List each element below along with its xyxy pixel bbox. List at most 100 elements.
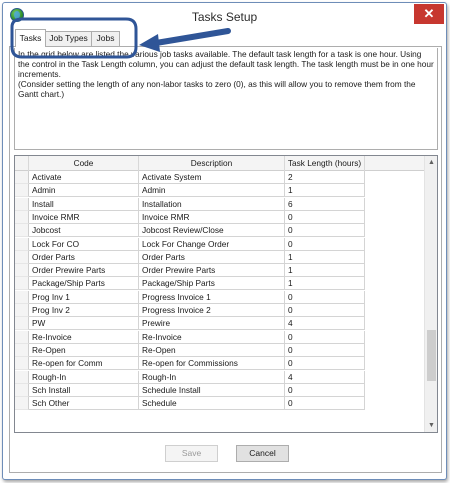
task-length-cell[interactable]: 0: [285, 357, 365, 371]
task-description-cell[interactable]: Admin: [139, 184, 285, 198]
row-header[interactable]: [15, 330, 29, 344]
table-row[interactable]: Sch Other Schedule 0: [15, 397, 425, 411]
row-header[interactable]: [15, 277, 29, 291]
cancel-button[interactable]: Cancel: [236, 445, 289, 462]
task-code-cell[interactable]: Lock For CO: [29, 237, 139, 251]
task-length-cell[interactable]: 0: [285, 290, 365, 304]
task-description-cell[interactable]: Installation: [139, 197, 285, 211]
table-row[interactable]: Package/Ship Parts Package/Ship Parts 1: [15, 277, 425, 291]
task-code-cell[interactable]: Rough-In: [29, 370, 139, 384]
grid-vertical-scrollbar[interactable]: ▲ ▼: [424, 156, 437, 432]
task-length-cell[interactable]: 0: [285, 210, 365, 224]
task-description-cell[interactable]: Invoice RMR: [139, 210, 285, 224]
task-description-cell[interactable]: Re-Open: [139, 343, 285, 357]
row-header[interactable]: [15, 397, 29, 411]
task-length-cell[interactable]: 0: [285, 304, 365, 317]
task-length-cell[interactable]: 0: [285, 383, 365, 397]
row-header[interactable]: [15, 357, 29, 371]
tasks-grid[interactable]: Code Description Task Length (hours) Act…: [14, 155, 438, 433]
task-description-cell[interactable]: Prewire: [139, 317, 285, 331]
column-header-code[interactable]: Code: [29, 156, 139, 171]
task-length-cell[interactable]: 4: [285, 370, 365, 384]
task-description-cell[interactable]: Jobcost Review/Close: [139, 224, 285, 238]
row-header[interactable]: [15, 197, 29, 211]
table-row[interactable]: Prog Inv 2 Progress Invoice 20: [15, 304, 425, 317]
task-length-cell[interactable]: 0: [285, 237, 365, 251]
task-description-cell[interactable]: Re-open for Commissions: [139, 357, 285, 371]
task-length-cell[interactable]: 0: [285, 343, 365, 357]
table-row[interactable]: Invoice RMR Invoice RMR 0: [15, 210, 425, 224]
table-row[interactable]: Order Parts Order Parts 1: [15, 250, 425, 264]
table-row[interactable]: Re-open for Comm Re-open for Commissions 0: [15, 357, 425, 371]
task-description-cell[interactable]: Progress Invoice 2: [139, 304, 285, 317]
task-code-cell[interactable]: Order Parts: [29, 250, 139, 264]
row-header[interactable]: [15, 224, 29, 238]
tab-jobs[interactable]: Jobs: [91, 31, 120, 46]
row-header[interactable]: [15, 210, 29, 224]
table-row[interactable]: Jobcost Jobcost Review/Close 0: [15, 224, 425, 238]
task-description-cell[interactable]: Re-Invoice: [139, 330, 285, 344]
scroll-up-arrow-icon[interactable]: ▲: [425, 156, 437, 169]
table-row[interactable]: Rough-In Rough-In 4: [15, 370, 425, 384]
table-row[interactable]: Activate Activate System 2: [15, 171, 425, 184]
row-header[interactable]: [15, 171, 29, 184]
table-row[interactable]: Lock For CO Lock For Change Order 0: [15, 237, 425, 251]
task-code-cell[interactable]: Re-Invoice: [29, 330, 139, 344]
task-code-cell[interactable]: Jobcost: [29, 224, 139, 238]
task-code-cell[interactable]: Activate: [29, 171, 139, 184]
scroll-down-arrow-icon[interactable]: ▼: [425, 419, 437, 432]
task-length-cell[interactable]: 0: [285, 330, 365, 344]
table-row[interactable]: Prog Inv 1 Progress Invoice 10: [15, 290, 425, 304]
task-description-cell[interactable]: Rough-In: [139, 370, 285, 384]
row-header[interactable]: [15, 184, 29, 198]
table-row[interactable]: Sch Install Schedule Install 0: [15, 383, 425, 397]
task-code-cell[interactable]: Re-Open: [29, 343, 139, 357]
task-code-cell[interactable]: Sch Other: [29, 397, 139, 411]
row-header[interactable]: [15, 343, 29, 357]
task-description-cell[interactable]: Order Prewire Parts: [139, 264, 285, 278]
task-length-cell[interactable]: 1: [285, 277, 365, 291]
task-description-cell[interactable]: Schedule Install: [139, 383, 285, 397]
table-row[interactable]: Re-Invoice Re-Invoice 0: [15, 330, 425, 344]
task-length-cell[interactable]: 1: [285, 250, 365, 264]
close-button[interactable]: ✕: [414, 4, 444, 24]
save-button[interactable]: Save: [165, 445, 218, 462]
tab-tasks[interactable]: Tasks: [15, 29, 46, 47]
row-header[interactable]: [15, 290, 29, 304]
task-length-cell[interactable]: 2: [285, 171, 365, 184]
table-row[interactable]: Install Installation 6: [15, 197, 425, 211]
task-code-cell[interactable]: PW: [29, 317, 139, 331]
task-length-cell[interactable]: 1: [285, 264, 365, 278]
task-code-cell[interactable]: Re-open for Comm: [29, 357, 139, 371]
row-header[interactable]: [15, 304, 29, 317]
task-code-cell[interactable]: Invoice RMR: [29, 210, 139, 224]
row-header[interactable]: [15, 264, 29, 278]
column-header-description[interactable]: Description: [139, 156, 285, 171]
scroll-thumb[interactable]: [427, 330, 436, 381]
table-row[interactable]: Order Prewire Parts Order Prewire Parts 1: [15, 264, 425, 278]
column-header-task-length[interactable]: Task Length (hours): [285, 156, 365, 171]
task-code-cell[interactable]: Package/Ship Parts: [29, 277, 139, 291]
task-length-cell[interactable]: 4: [285, 317, 365, 331]
row-header[interactable]: [15, 317, 29, 331]
row-header[interactable]: [15, 250, 29, 264]
task-description-cell[interactable]: Package/Ship Parts: [139, 277, 285, 291]
task-code-cell[interactable]: Prog Inv 2: [29, 304, 139, 317]
task-code-cell[interactable]: Prog Inv 1: [29, 290, 139, 304]
task-description-cell[interactable]: Order Parts: [139, 250, 285, 264]
task-description-cell[interactable]: Progress Invoice 1: [139, 290, 285, 304]
task-code-cell[interactable]: Admin: [29, 184, 139, 198]
task-description-cell[interactable]: Schedule: [139, 397, 285, 411]
tab-job-types[interactable]: Job Types: [45, 31, 92, 46]
task-length-cell[interactable]: 1: [285, 184, 365, 198]
table-row[interactable]: Admin Admin 1: [15, 184, 425, 198]
task-length-cell[interactable]: 0: [285, 397, 365, 411]
table-row[interactable]: Re-Open Re-Open 0: [15, 343, 425, 357]
table-row[interactable]: PW Prewire 4: [15, 317, 425, 331]
task-code-cell[interactable]: Sch Install: [29, 383, 139, 397]
task-length-cell[interactable]: 0: [285, 224, 365, 238]
task-description-cell[interactable]: Lock For Change Order: [139, 237, 285, 251]
task-code-cell[interactable]: Install: [29, 197, 139, 211]
row-header[interactable]: [15, 383, 29, 397]
task-description-cell[interactable]: Activate System: [139, 171, 285, 184]
